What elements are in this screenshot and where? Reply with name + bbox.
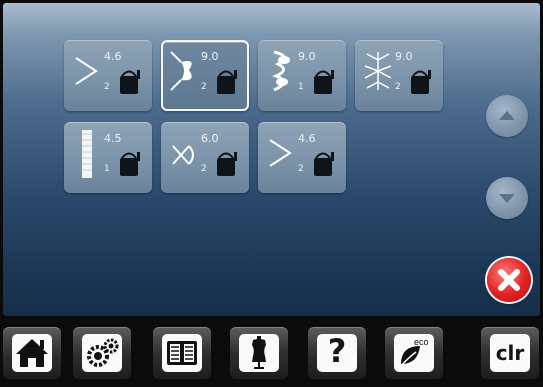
dress-form-icon xyxy=(252,336,266,369)
stitch-count-value: 2 xyxy=(395,82,401,92)
bottom-toolbar: ? eco clr xyxy=(0,319,543,387)
close-button[interactable] xyxy=(487,258,531,302)
stitch-memory-panel: 4.6 2 9.0 2 9.0 1 9.0 2 4.5 1 6.0 2 4.6 … xyxy=(3,3,540,316)
zigzag-stitch-icon xyxy=(75,57,98,85)
zigzag-stitch-icon xyxy=(269,139,292,167)
setup-button[interactable] xyxy=(73,327,131,379)
triangle-down-icon xyxy=(499,194,515,203)
paint-bucket-icon xyxy=(217,152,237,176)
star-motif-stitch-icon xyxy=(364,52,392,90)
help-button-face: ? xyxy=(317,332,357,372)
tutorial-button-face xyxy=(162,334,202,372)
leaf-motif-stitch-icon xyxy=(271,50,290,92)
stitch-count-value: 2 xyxy=(298,164,304,174)
setup-button-face xyxy=(82,334,122,372)
stitch-tile[interactable]: 4.6 2 xyxy=(64,40,152,111)
paint-bucket-icon xyxy=(120,70,140,94)
sewing-consultant-button-face xyxy=(239,334,279,372)
eco-button[interactable]: eco xyxy=(385,327,443,379)
paint-bucket-icon xyxy=(314,70,334,94)
triangle-up-icon xyxy=(499,111,515,120)
eco-button-face: eco xyxy=(394,334,434,372)
scroll-down-button[interactable] xyxy=(486,177,528,219)
tutorial-button[interactable] xyxy=(153,327,211,379)
home-button-face xyxy=(12,334,52,372)
leaf-icon: eco xyxy=(399,337,429,368)
stitch-count-value: 1 xyxy=(298,82,304,92)
sewing-consultant-button[interactable] xyxy=(230,327,288,379)
stitch-count-value: 2 xyxy=(104,82,110,92)
stitch-width-value: 9.0 xyxy=(395,50,413,63)
stitch-tile[interactable]: 4.5 1 xyxy=(64,122,152,193)
scroll-up-button[interactable] xyxy=(486,95,528,137)
stitch-count-value: 2 xyxy=(201,164,207,174)
paint-bucket-icon xyxy=(411,70,431,94)
close-icon xyxy=(498,269,520,291)
stitch-tile[interactable]: 9.0 2 xyxy=(355,40,443,111)
home-icon xyxy=(16,339,48,367)
stitch-width-value: 4.5 xyxy=(104,132,122,145)
stitch-count-value: 1 xyxy=(104,164,110,174)
home-button[interactable] xyxy=(3,327,61,379)
eco-label: eco xyxy=(414,337,429,347)
question-mark-icon: ? xyxy=(327,332,347,370)
stitch-width-value: 4.6 xyxy=(298,132,316,145)
stitch-tile[interactable]: 6.0 2 xyxy=(161,122,249,193)
stitch-tile-selected[interactable]: 9.0 2 xyxy=(161,40,249,111)
floral-motif-stitch-icon xyxy=(170,51,192,91)
stitch-width-value: 6.0 xyxy=(201,132,219,145)
stitch-width-value: 4.6 xyxy=(104,50,122,63)
stitch-tile[interactable]: 4.6 2 xyxy=(258,122,346,193)
stitch-width-value: 9.0 xyxy=(201,50,219,63)
stitch-tile[interactable]: 9.0 1 xyxy=(258,40,346,111)
satin-bar-stitch-icon xyxy=(82,130,92,178)
cross-stitch-icon xyxy=(172,145,194,165)
clear-label: clr xyxy=(490,334,530,372)
paint-bucket-icon xyxy=(120,152,140,176)
clear-button[interactable]: clr xyxy=(481,327,539,379)
stitch-count-value: 2 xyxy=(201,82,207,92)
paint-bucket-icon xyxy=(314,152,334,176)
paint-bucket-icon xyxy=(217,70,237,94)
gear-icon xyxy=(87,338,119,367)
stitch-width-value: 9.0 xyxy=(298,50,316,63)
help-button[interactable]: ? xyxy=(308,327,366,379)
sewing-machine-screen: 4.6 2 9.0 2 9.0 1 9.0 2 4.5 1 6.0 2 4.6 … xyxy=(0,0,543,387)
book-icon xyxy=(167,341,197,365)
